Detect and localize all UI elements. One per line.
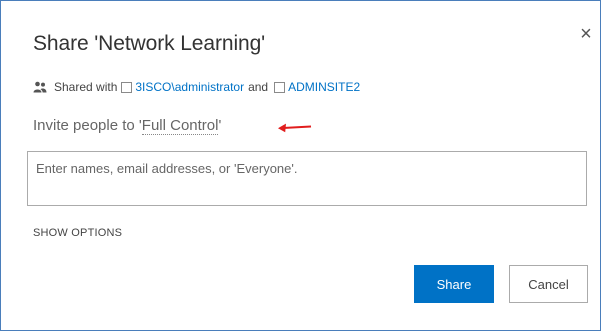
show-options-link[interactable]: SHOW OPTIONS (33, 227, 122, 239)
red-arrow-icon (278, 123, 312, 133)
permission-level-link[interactable]: Full Control (141, 117, 219, 135)
invite-prefix: Invite people to ' (33, 117, 142, 134)
user-presence-checkbox (274, 81, 286, 93)
people-picker-input[interactable]: Enter names, email addresses, or 'Everyo… (27, 151, 587, 206)
shared-user-link-2[interactable]: ADMINSITE2 (288, 80, 360, 94)
people-icon (33, 81, 47, 93)
shared-with-row: Shared with 3ISCO\administrator and ADMI… (33, 80, 360, 94)
cancel-button[interactable]: Cancel (509, 265, 588, 303)
share-dialog: Share 'Network Learning' × Shared with 3… (0, 0, 601, 331)
user-presence-checkbox (121, 81, 133, 93)
dialog-title: Share 'Network Learning' (33, 32, 266, 55)
share-button[interactable]: Share (414, 265, 494, 303)
close-icon[interactable]: × (575, 23, 597, 45)
shared-user-link-1[interactable]: 3ISCO\administrator (135, 80, 244, 94)
shared-with-label: Shared with (54, 80, 118, 94)
invite-heading: Invite people to 'Full Control' (33, 117, 222, 135)
and-label: and (248, 80, 269, 94)
invite-suffix: ' (218, 117, 222, 134)
